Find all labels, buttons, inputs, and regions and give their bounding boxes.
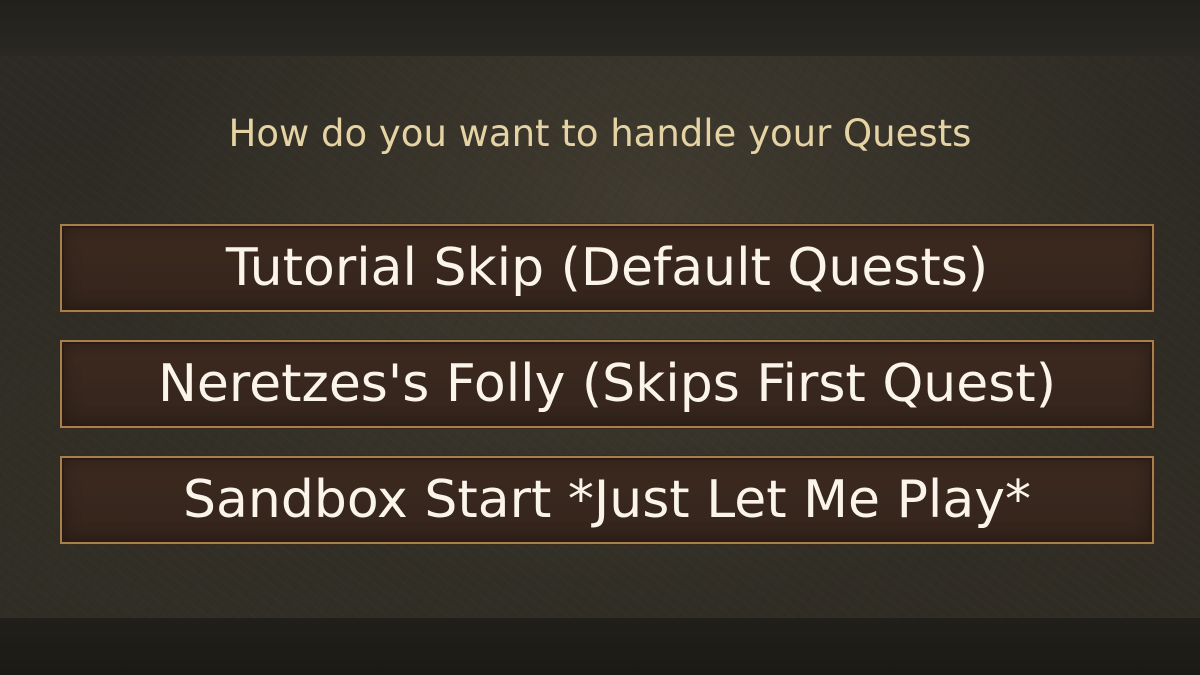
dialog-prompt: How do you want to handle your Quests xyxy=(228,112,972,155)
option-sandbox-start-button[interactable]: Sandbox Start *Just Let Me Play* xyxy=(59,455,1155,545)
option-neretzes-folly-button[interactable]: Neretzes's Folly (Skips First Quest) xyxy=(59,339,1155,429)
option-label: Sandbox Start *Just Let Me Play* xyxy=(182,470,1032,530)
option-tutorial-skip-button[interactable]: Tutorial Skip (Default Quests) xyxy=(59,223,1155,313)
top-letterbox-band xyxy=(0,0,1200,56)
option-label: Tutorial Skip (Default Quests) xyxy=(225,238,989,298)
quest-start-screen: How do you want to handle your Quests Tu… xyxy=(0,0,1200,675)
bottom-letterbox-band xyxy=(0,618,1200,675)
option-label: Neretzes's Folly (Skips First Quest) xyxy=(158,354,1056,414)
